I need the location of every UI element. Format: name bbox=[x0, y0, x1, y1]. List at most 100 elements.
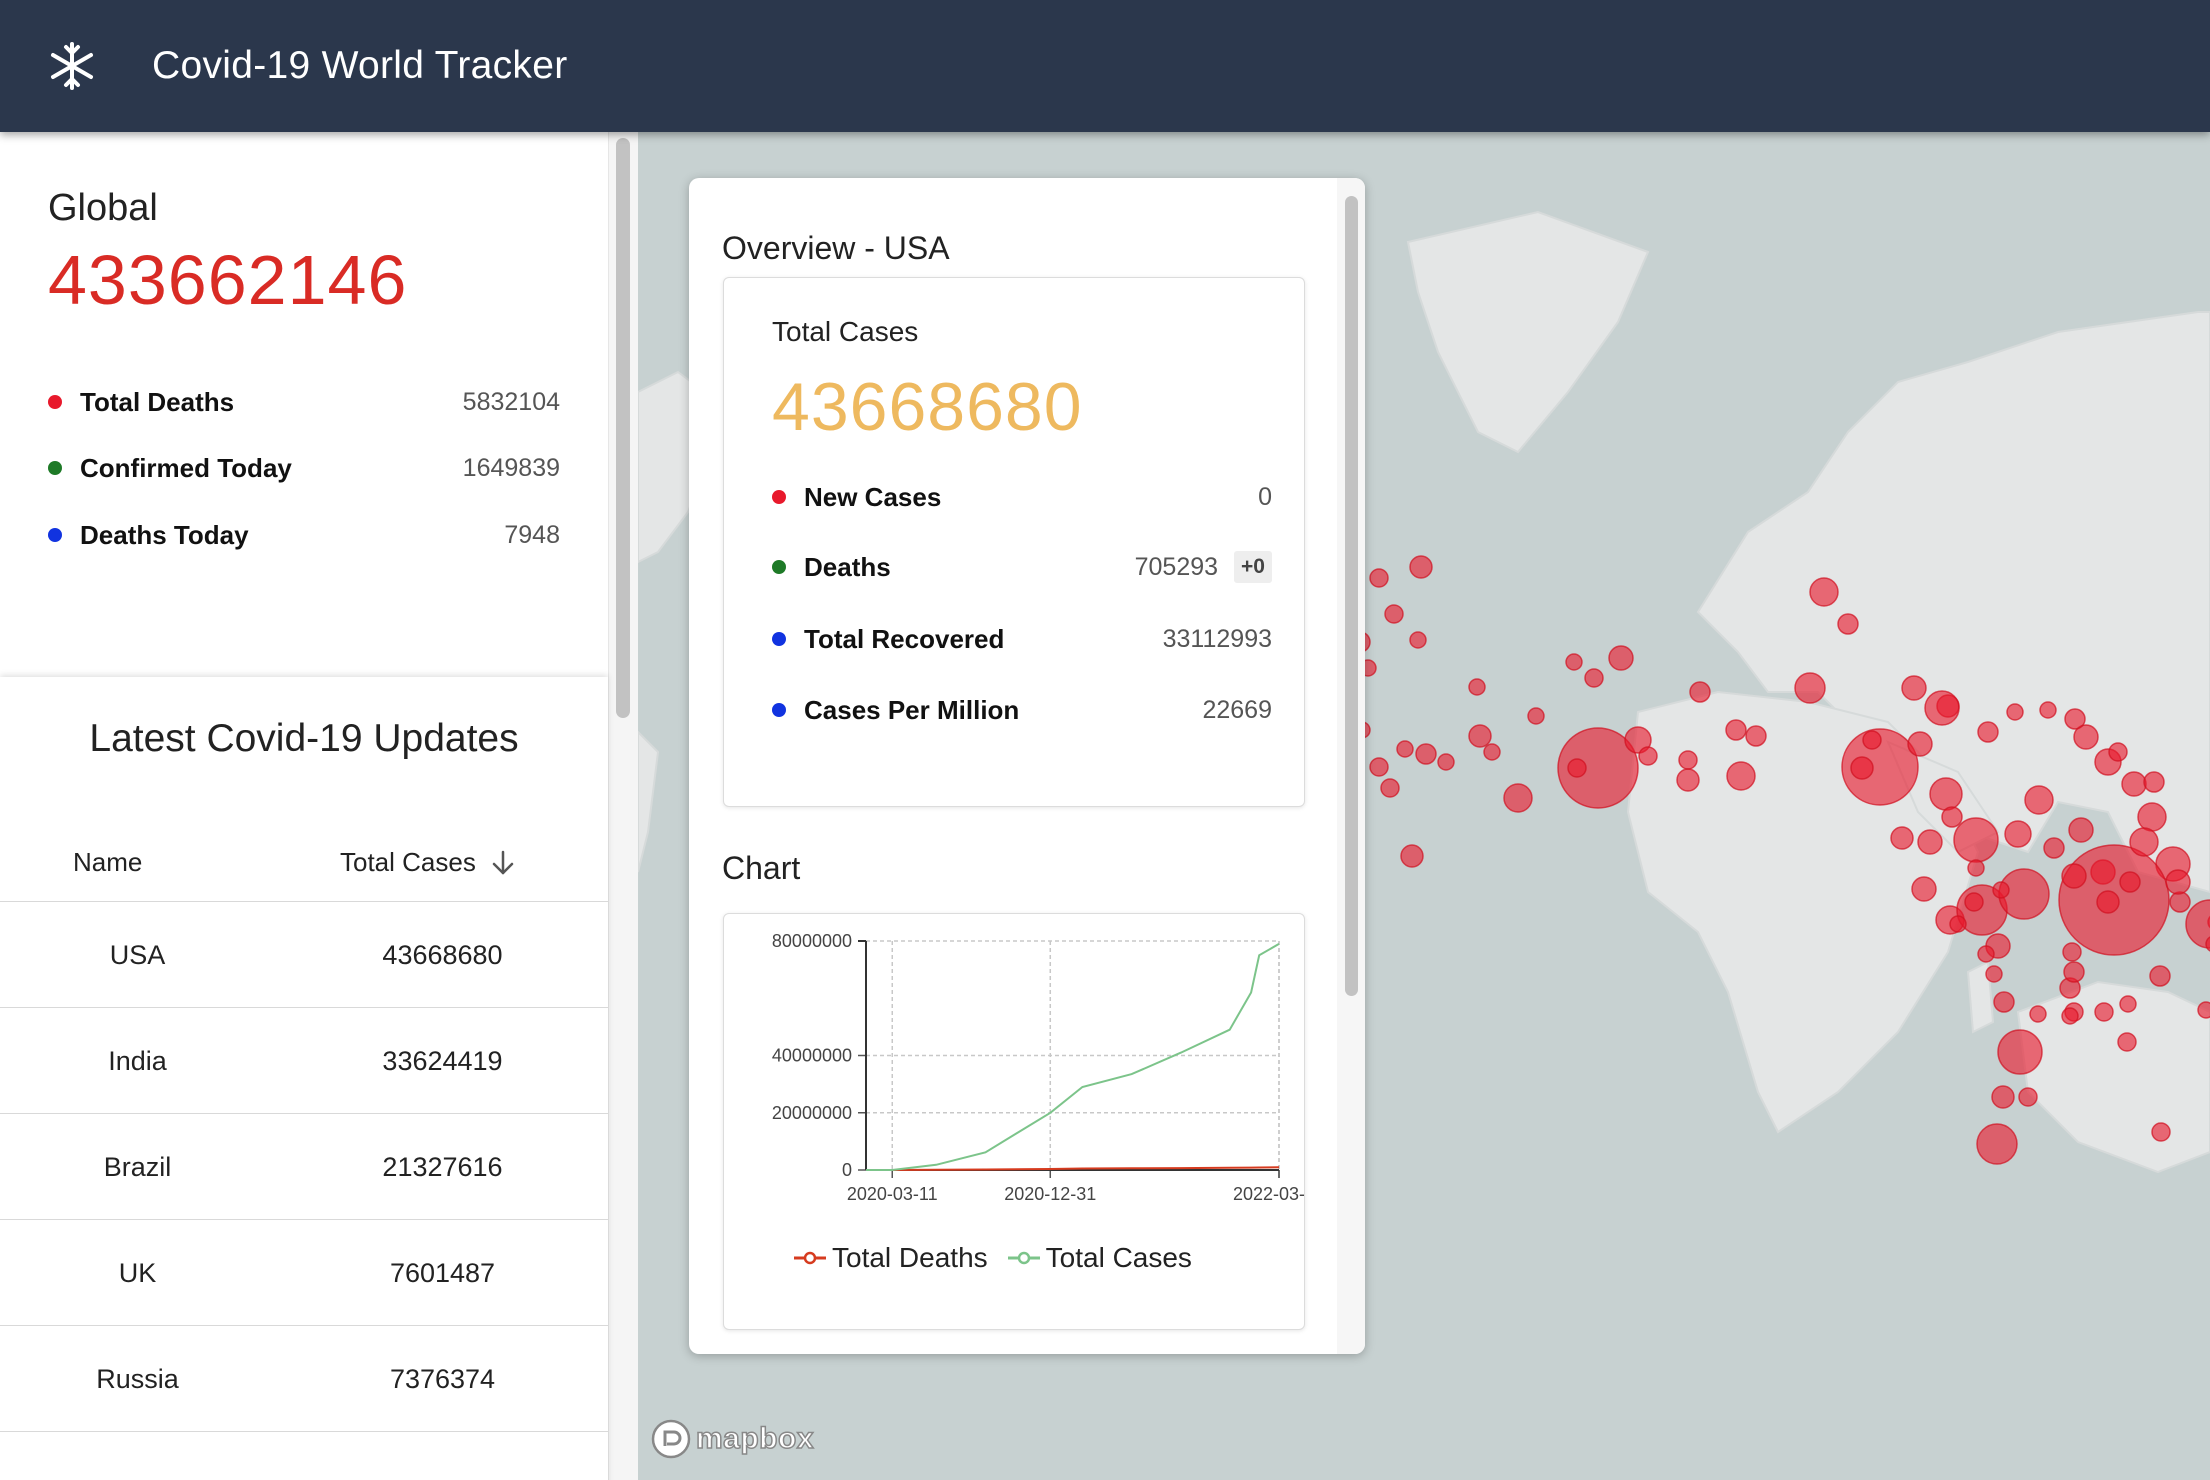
map-marker[interactable] bbox=[1997, 1029, 2043, 1075]
map-marker[interactable] bbox=[2006, 703, 2024, 721]
map-marker[interactable] bbox=[2061, 863, 2087, 889]
map-marker[interactable] bbox=[1967, 859, 1985, 877]
column-header-name[interactable]: Name bbox=[73, 847, 142, 878]
sidebar-scrollbar-thumb[interactable] bbox=[616, 138, 630, 718]
map-marker[interactable] bbox=[1584, 668, 1604, 688]
map-marker[interactable] bbox=[1400, 844, 1424, 868]
map-marker[interactable] bbox=[1924, 690, 1960, 726]
map-marker[interactable] bbox=[2062, 942, 2082, 962]
map-marker[interactable] bbox=[2137, 802, 2167, 832]
map-marker[interactable] bbox=[1725, 719, 1747, 741]
mapbox-attribution[interactable]: mapbox bbox=[650, 1418, 814, 1460]
map-marker[interactable] bbox=[1437, 753, 1455, 771]
table-row[interactable]: India 33624419 bbox=[0, 1007, 608, 1112]
map-marker[interactable] bbox=[2039, 701, 2057, 719]
map-marker[interactable] bbox=[1689, 681, 1711, 703]
map-marker[interactable] bbox=[1890, 826, 1914, 850]
map-marker[interactable] bbox=[1901, 675, 1927, 701]
stat-confirmed-today: Confirmed Today 1649839 bbox=[48, 448, 560, 488]
map-marker[interactable] bbox=[2197, 1001, 2210, 1019]
global-total-value: 433662146 bbox=[48, 241, 408, 319]
map-marker[interactable] bbox=[1608, 645, 1634, 671]
map-marker[interactable] bbox=[1929, 777, 1963, 811]
map-marker[interactable] bbox=[1985, 965, 2003, 983]
map-marker[interactable] bbox=[1527, 707, 1545, 725]
map-marker[interactable] bbox=[2094, 1002, 2114, 1022]
map-marker[interactable] bbox=[1850, 756, 1874, 780]
map-marker[interactable] bbox=[1907, 731, 1933, 757]
map-marker[interactable] bbox=[2143, 771, 2165, 793]
table-row[interactable]: USA 43668680 bbox=[0, 901, 608, 1006]
map-marker[interactable] bbox=[1468, 724, 1492, 748]
overview-title: Overview - USA bbox=[722, 230, 950, 266]
map-marker[interactable] bbox=[1567, 758, 1587, 778]
table-row[interactable]: Brazil 21327616 bbox=[0, 1113, 608, 1218]
map-marker[interactable] bbox=[1676, 768, 1700, 792]
map-marker[interactable] bbox=[1369, 568, 1389, 588]
table-row[interactable]: Russia 7376374 bbox=[0, 1325, 608, 1430]
map-marker[interactable] bbox=[2029, 1005, 2047, 1023]
map-marker[interactable] bbox=[2064, 708, 2086, 730]
map-marker[interactable] bbox=[2151, 1122, 2171, 1142]
legend-item-total-deaths[interactable]: Total Deaths bbox=[794, 1242, 988, 1274]
map-marker[interactable] bbox=[2117, 1032, 2137, 1052]
line-chart[interactable]: 0 20000000 40000000 80000000 2020-03-11 2020-… bbox=[724, 914, 1304, 1234]
map-marker[interactable] bbox=[1678, 750, 1698, 770]
map-marker[interactable] bbox=[1726, 761, 1756, 791]
map-marker[interactable] bbox=[2149, 965, 2171, 987]
map-marker[interactable] bbox=[1991, 1085, 2015, 1109]
map-marker[interactable] bbox=[1917, 829, 1943, 855]
map-marker[interactable] bbox=[1384, 604, 1404, 624]
map-marker[interactable] bbox=[1409, 555, 1433, 579]
map-marker[interactable] bbox=[2119, 871, 2141, 893]
y-tick-label: 0 bbox=[842, 1160, 852, 1180]
map-marker[interactable] bbox=[2119, 995, 2137, 1013]
map-marker[interactable] bbox=[1964, 892, 1984, 912]
map-marker[interactable] bbox=[1941, 806, 1963, 828]
stat-value: 7948 bbox=[504, 520, 560, 549]
map-marker[interactable] bbox=[1396, 740, 1414, 758]
map-marker[interactable] bbox=[1837, 613, 1859, 635]
map-marker[interactable] bbox=[1976, 1123, 2018, 1165]
map-marker[interactable] bbox=[1977, 945, 1995, 963]
map-marker[interactable] bbox=[2018, 1087, 2038, 1107]
map-marker[interactable] bbox=[2061, 1007, 2079, 1025]
map-marker[interactable] bbox=[2096, 890, 2120, 914]
map-marker[interactable] bbox=[1380, 778, 1400, 798]
map-marker[interactable] bbox=[1794, 672, 1826, 704]
legend-item-total-cases[interactable]: Total Cases bbox=[1007, 1242, 1192, 1274]
table-row[interactable] bbox=[0, 1431, 608, 1480]
table-row[interactable]: UK 7601487 bbox=[0, 1219, 608, 1324]
map-marker[interactable] bbox=[2024, 785, 2054, 815]
map-marker[interactable] bbox=[1862, 730, 1882, 750]
map-marker[interactable] bbox=[1638, 746, 1658, 766]
map-marker[interactable] bbox=[1503, 783, 1533, 813]
map-marker[interactable] bbox=[2121, 771, 2147, 797]
map-marker[interactable] bbox=[1483, 743, 1501, 761]
map-marker[interactable] bbox=[1409, 631, 1427, 649]
map-marker[interactable] bbox=[1809, 577, 1839, 607]
map-marker[interactable] bbox=[1953, 817, 1999, 863]
map-marker[interactable] bbox=[2043, 837, 2065, 859]
map-marker[interactable] bbox=[1949, 915, 1967, 933]
map-marker[interactable] bbox=[1415, 743, 1437, 765]
column-header-total-cases[interactable]: Total Cases bbox=[340, 847, 516, 878]
overview-scrollbar-thumb[interactable] bbox=[1345, 196, 1358, 996]
map-marker[interactable] bbox=[1977, 721, 1999, 743]
map-marker[interactable] bbox=[1911, 876, 1937, 902]
arrow-down-icon[interactable] bbox=[490, 849, 516, 877]
map-marker[interactable] bbox=[1565, 653, 1583, 671]
map-marker[interactable] bbox=[1468, 678, 1486, 696]
map-marker[interactable] bbox=[2108, 742, 2128, 762]
map-marker[interactable] bbox=[2165, 869, 2191, 895]
map-marker[interactable] bbox=[1745, 725, 1767, 747]
snowflake-icon[interactable] bbox=[44, 38, 100, 94]
map-marker[interactable] bbox=[1369, 757, 1389, 777]
map-marker[interactable] bbox=[2169, 891, 2191, 913]
map-marker[interactable] bbox=[2004, 820, 2032, 848]
map-marker[interactable] bbox=[1992, 881, 2010, 899]
map-marker[interactable] bbox=[2068, 817, 2094, 843]
map-marker[interactable] bbox=[2129, 827, 2159, 857]
map-marker[interactable] bbox=[1993, 991, 2015, 1013]
map-marker[interactable] bbox=[2063, 961, 2085, 983]
